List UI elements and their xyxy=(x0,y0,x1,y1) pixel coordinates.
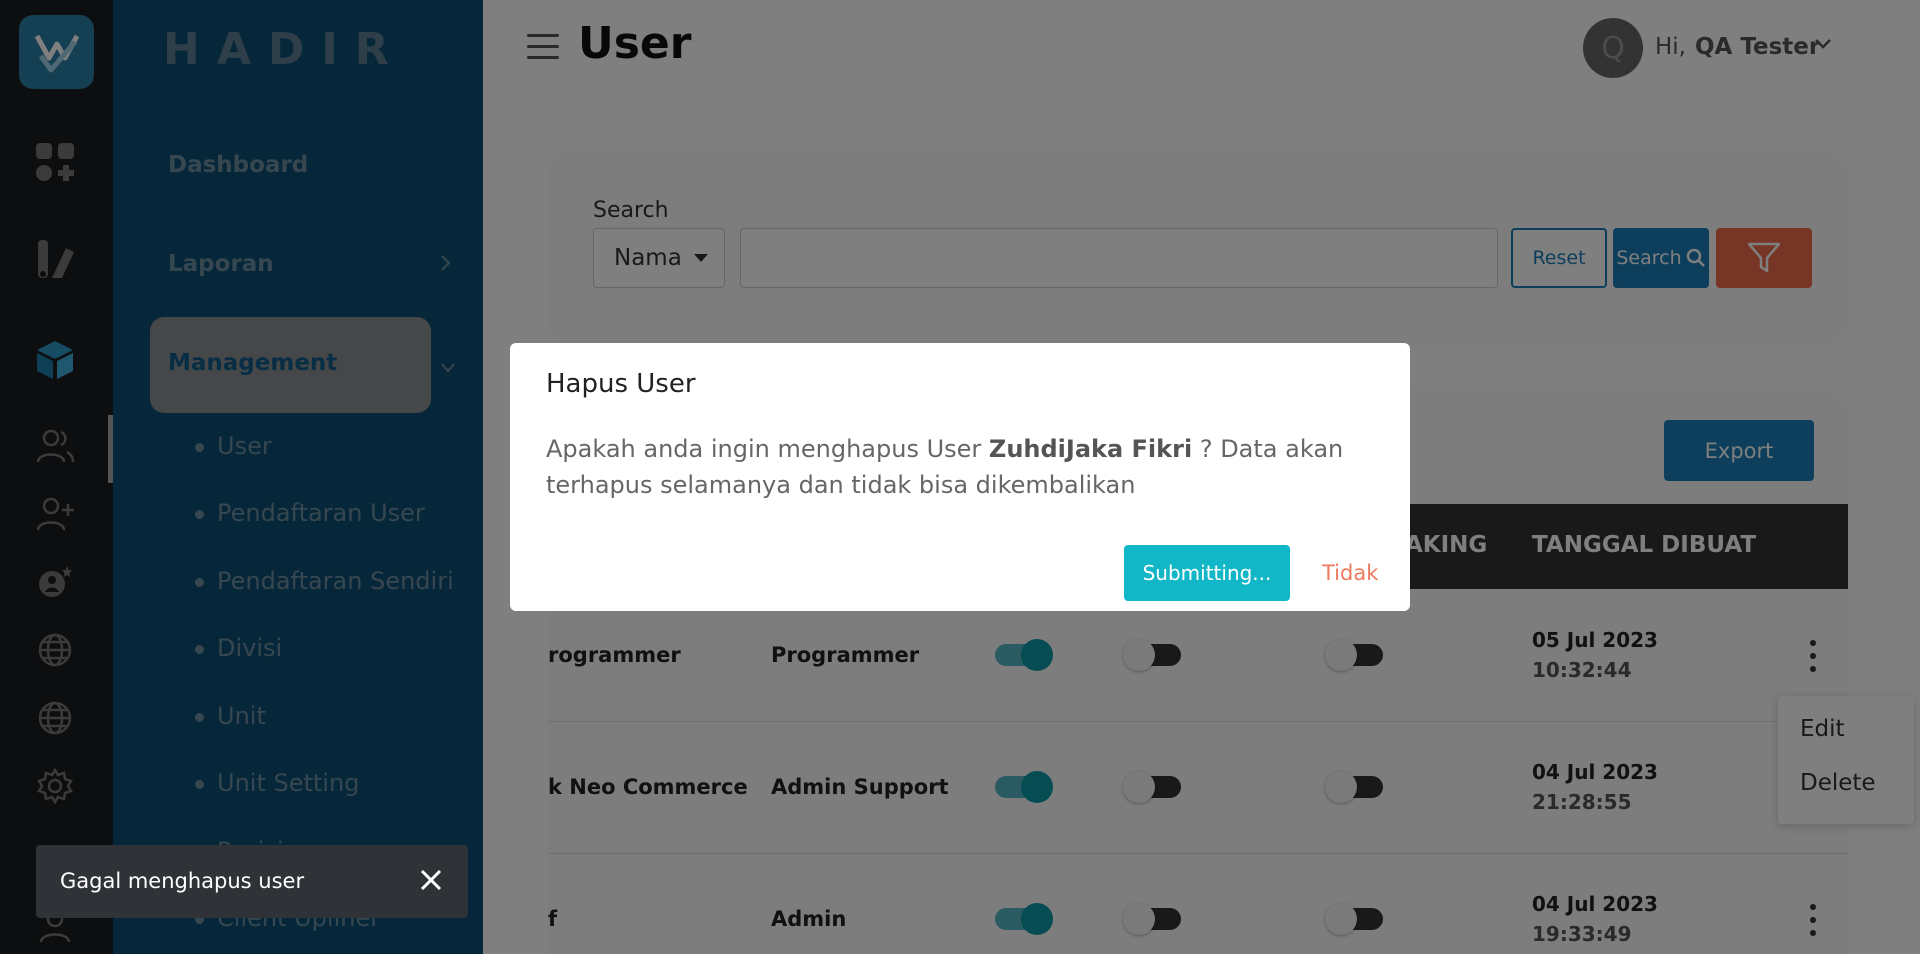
delete-user-dialog: Hapus User Apakah anda ingin menghapus U… xyxy=(510,343,1410,611)
dialog-title: Hapus User xyxy=(546,369,696,399)
close-icon[interactable] xyxy=(416,865,446,895)
dialog-user-name: ZuhdiJaka Fikri xyxy=(988,435,1193,463)
submit-delete-button[interactable]: Submitting... xyxy=(1124,545,1290,601)
error-toast: Gagal menghapus user xyxy=(36,845,468,918)
dialog-message: Apakah anda ingin menghapus User ZuhdiJa… xyxy=(546,431,1376,503)
cancel-button[interactable]: Tidak xyxy=(1322,561,1378,585)
toast-message: Gagal menghapus user xyxy=(60,869,305,893)
dialog-message-prefix: Apakah anda ingin menghapus User xyxy=(546,435,982,463)
